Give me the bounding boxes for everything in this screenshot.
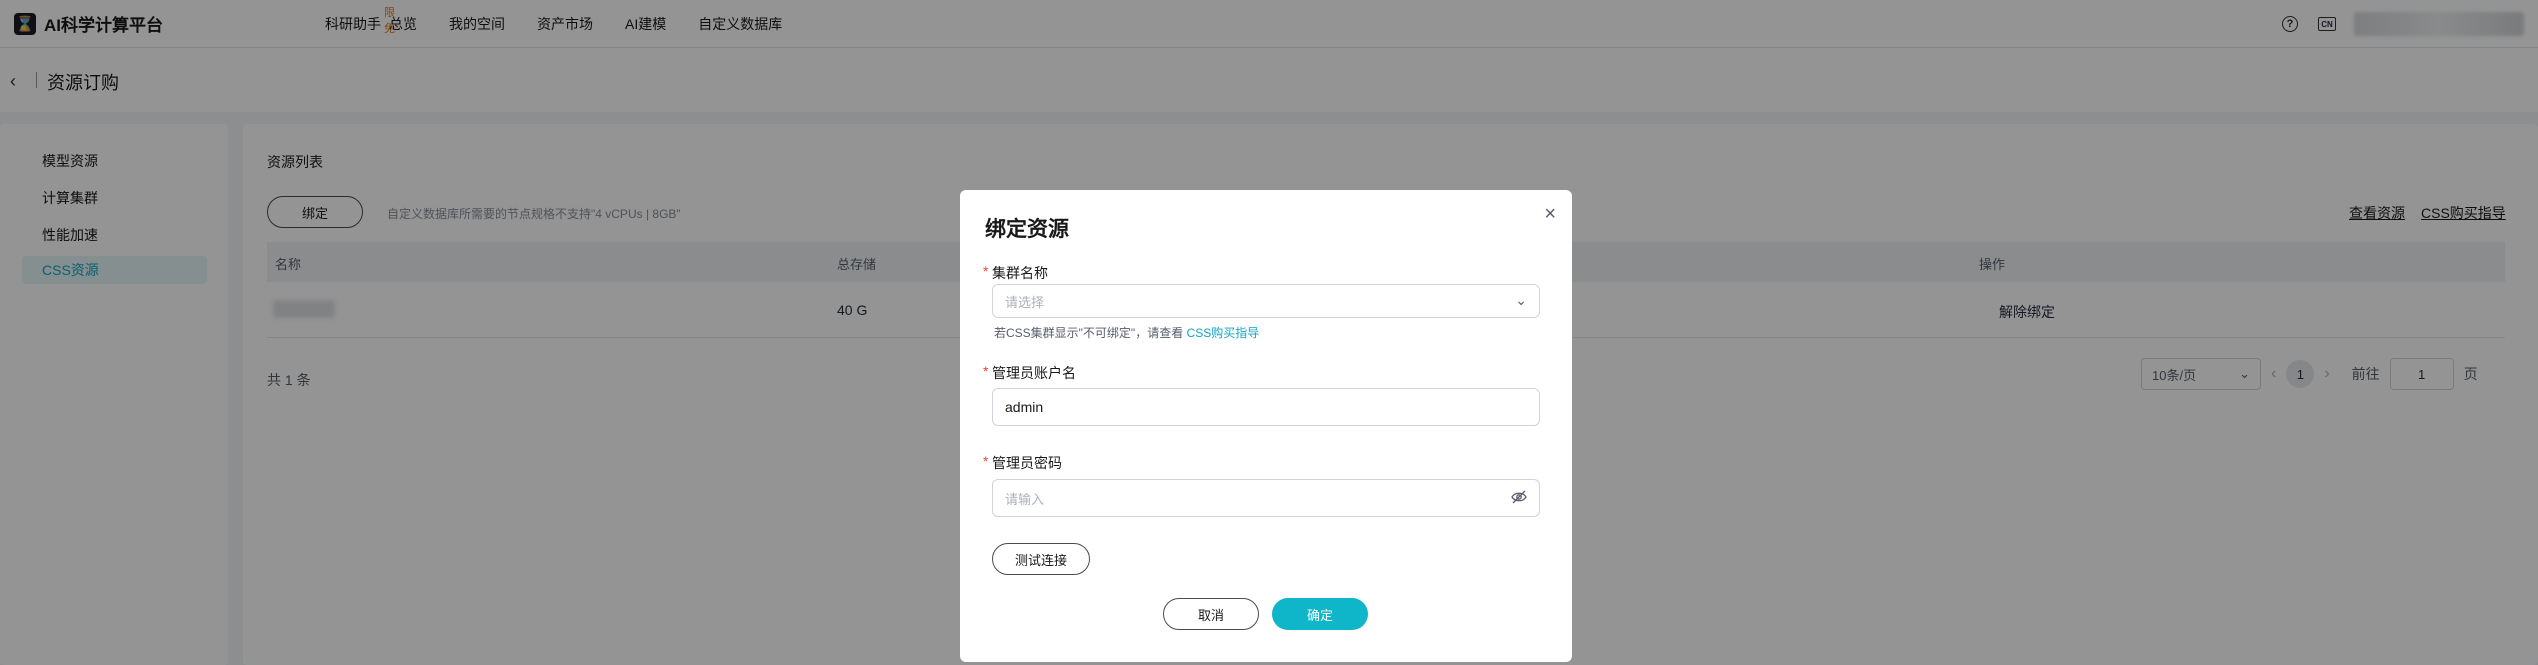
close-icon[interactable]: × (1544, 203, 1556, 226)
cluster-select[interactable]: 请选择 ⌄ (992, 284, 1540, 318)
admin-username-input[interactable]: admin (992, 388, 1540, 426)
admin-password-label: * 管理员密码 (983, 453, 1062, 471)
dialog-title: 绑定资源 (985, 218, 1069, 241)
required-marker: * (983, 263, 989, 279)
cancel-button[interactable]: 取消 (1163, 598, 1259, 630)
cluster-hint: 若CSS集群显示"不可绑定"，请查看 CSS购买指导 (994, 326, 1260, 340)
required-marker: * (983, 453, 989, 469)
test-connection-button[interactable]: 测试连接 (992, 543, 1090, 575)
cluster-name-label: * 集群名称 (983, 263, 1048, 281)
chevron-down-icon: ⌄ (1515, 292, 1527, 308)
bind-resource-dialog: 绑定资源 × * 集群名称 请选择 ⌄ 若CSS集群显示"不可绑定"，请查看 CS… (960, 190, 1572, 662)
eye-hidden-icon[interactable] (1511, 489, 1527, 508)
required-marker: * (983, 363, 989, 379)
admin-username-label: * 管理员账户名 (983, 363, 1076, 381)
admin-password-input[interactable]: 请输入 (992, 479, 1540, 517)
css-purchase-guide-link[interactable]: CSS购买指导 (1187, 326, 1260, 340)
confirm-button[interactable]: 确定 (1272, 598, 1368, 630)
